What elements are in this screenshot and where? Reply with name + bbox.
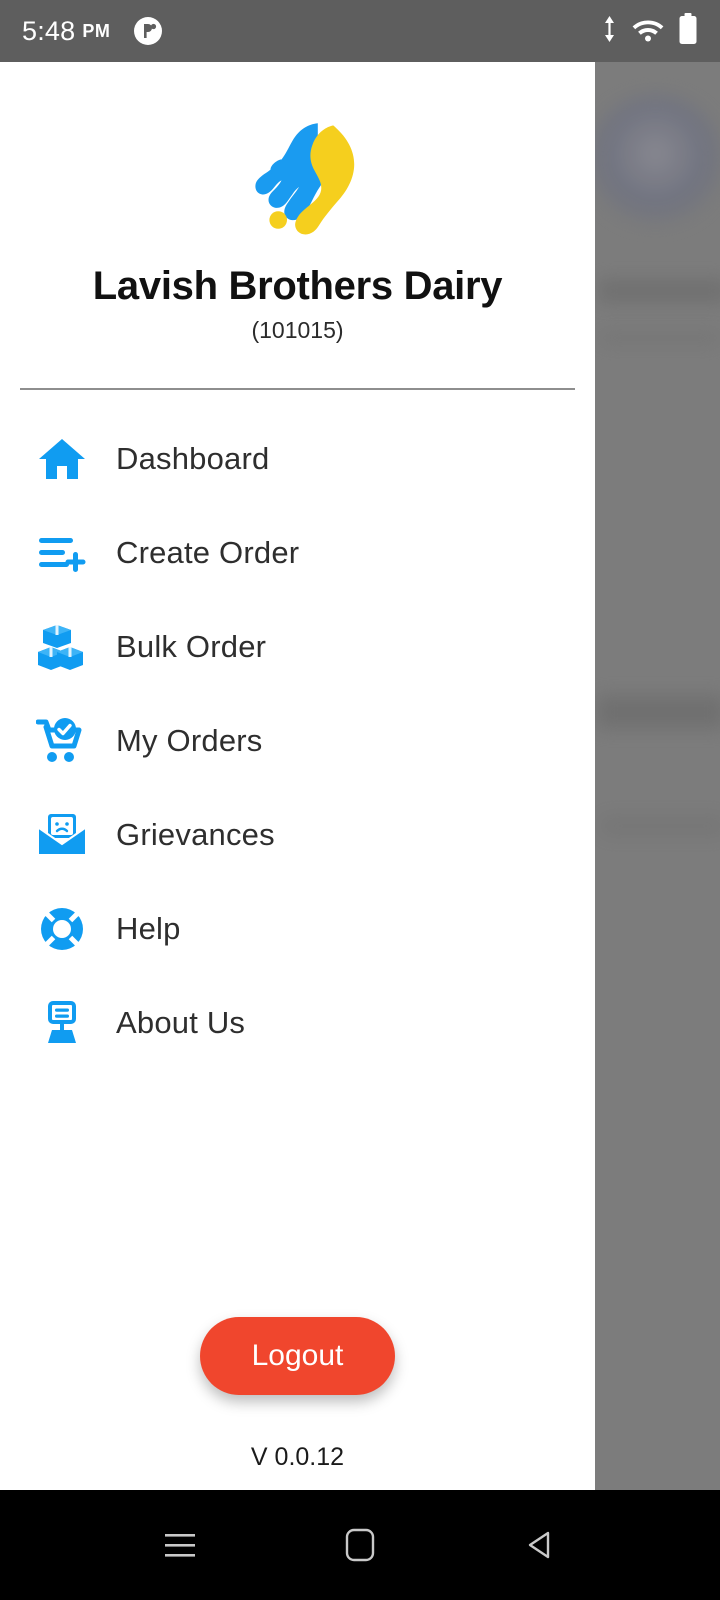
cart-check-icon <box>34 715 90 767</box>
menu-label: Help <box>116 911 181 946</box>
brand-title: Lavish Brothers Dairy <box>92 264 503 308</box>
menu-item-create-order[interactable]: Create Order <box>0 506 595 600</box>
app-version: V 0.0.12 <box>250 1443 345 1471</box>
battery-icon <box>678 12 698 50</box>
boxes-icon <box>34 621 90 673</box>
brand-logo-icon <box>254 123 354 235</box>
create-order-icon <box>34 527 90 579</box>
brand-logo-wrap <box>0 110 595 242</box>
menu-item-grievances[interactable]: Grievances <box>0 788 595 882</box>
menu-label: My Orders <box>116 723 263 758</box>
blurred-text-line <box>598 278 720 304</box>
lifebuoy-icon <box>34 903 90 955</box>
brand-code: (101015) <box>251 317 344 343</box>
menu-label: Grievances <box>116 817 275 852</box>
home-square-icon[interactable] <box>325 1510 395 1580</box>
status-icons <box>601 12 698 50</box>
drawer-divider <box>20 388 575 390</box>
recents-icon[interactable] <box>145 1510 215 1580</box>
data-transfer-icon <box>601 15 618 48</box>
status-bar: 5:48 PM <box>0 0 720 62</box>
logout-wrap: Logout <box>0 1317 595 1395</box>
logout-button[interactable]: Logout <box>199 1317 396 1395</box>
menu-label: Bulk Order <box>116 629 267 664</box>
home-icon <box>34 433 90 485</box>
wifi-icon <box>631 16 665 47</box>
menu-item-dashboard[interactable]: Dashboard <box>0 412 595 506</box>
menu-item-about-us[interactable]: About Us <box>0 976 595 1070</box>
android-nav-bar <box>0 1490 720 1600</box>
menu-item-my-orders[interactable]: My Orders <box>0 694 595 788</box>
menu-item-bulk-order[interactable]: Bulk Order <box>0 600 595 694</box>
menu-label: About Us <box>116 1005 246 1040</box>
envelope-sad-icon <box>34 809 90 861</box>
menu-label: Create Order <box>116 535 300 570</box>
blurred-text-line <box>600 330 720 346</box>
app-notification-icon <box>132 15 164 47</box>
menu-label: Dashboard <box>116 441 270 476</box>
back-triangle-icon[interactable] <box>505 1510 575 1580</box>
phone-screen: 5:48 PM Lavish Brothers Dairy (101015) D… <box>0 0 720 1600</box>
navigation-drawer: Lavish Brothers Dairy (101015) Dashboard <box>0 62 595 1490</box>
menu-item-help[interactable]: Help <box>0 882 595 976</box>
status-ampm: PM <box>82 20 111 41</box>
status-time: 5:48 <box>22 15 76 46</box>
blurred-avatar <box>588 95 720 225</box>
info-sign-icon <box>34 997 90 1049</box>
blurred-text-line <box>600 815 720 837</box>
drawer-menu: Dashboard Create Order Bulk Order My Ord… <box>0 412 595 1070</box>
blurred-text-line <box>596 695 720 729</box>
